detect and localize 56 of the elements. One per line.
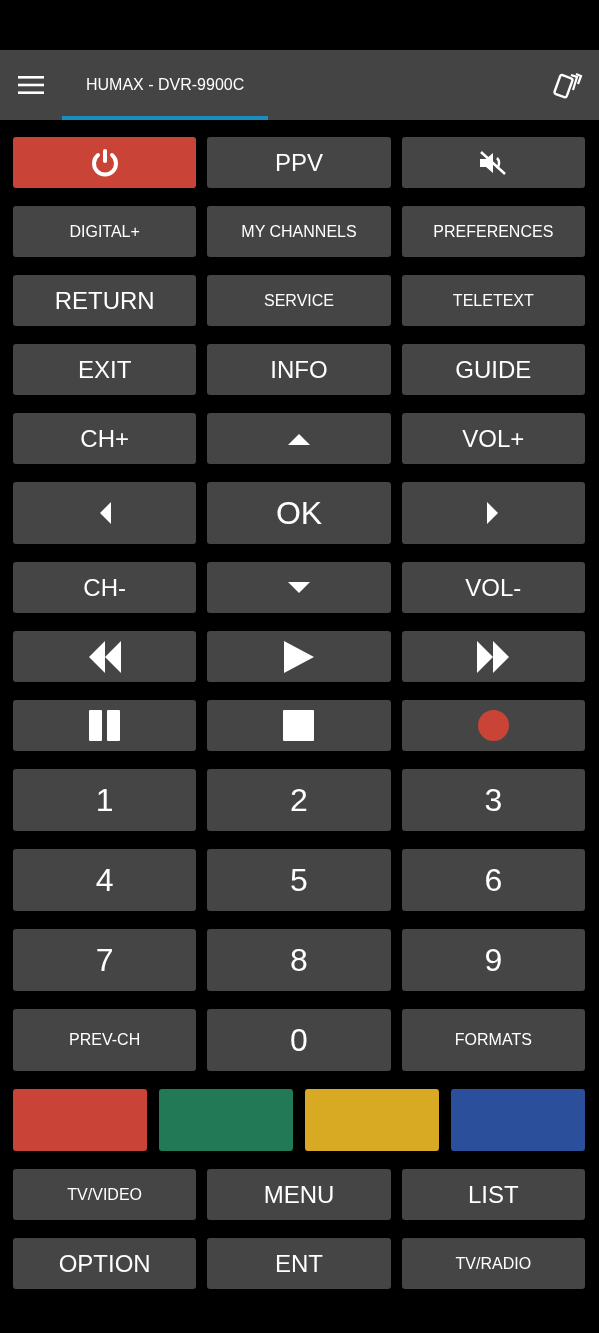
- play-icon: [284, 640, 314, 673]
- remote-key[interactable]: OPTION: [13, 1238, 197, 1289]
- stop-button[interactable]: [207, 700, 391, 751]
- color-key[interactable]: [305, 1089, 439, 1151]
- remote-key[interactable]: 3: [401, 769, 585, 831]
- color-key[interactable]: [451, 1089, 585, 1151]
- right-arrow-icon: [487, 502, 500, 524]
- remote-key[interactable]: VOL-: [401, 562, 585, 613]
- remote-key[interactable]: VOL+: [401, 413, 585, 464]
- remote-key[interactable]: CH-: [13, 562, 197, 613]
- remote-key[interactable]: 0: [207, 1009, 391, 1071]
- rewind-icon: [88, 640, 121, 673]
- remote-key[interactable]: LIST: [401, 1169, 585, 1220]
- remote-key[interactable]: 7: [13, 929, 197, 991]
- remote-key[interactable]: 6: [401, 849, 585, 911]
- mute-button[interactable]: [401, 137, 585, 188]
- left-arrow-icon: [98, 502, 111, 524]
- remote-key[interactable]: 8: [207, 929, 391, 991]
- remote-key[interactable]: DIGITAL+: [13, 206, 197, 257]
- remote-key[interactable]: SERVICE: [207, 275, 391, 326]
- remote-key[interactable]: 4: [13, 849, 197, 911]
- play-button[interactable]: [207, 631, 391, 682]
- menu-icon[interactable]: [18, 76, 44, 94]
- remote-key[interactable]: PREFERENCES: [401, 206, 585, 257]
- remote-key[interactable]: 2: [207, 769, 391, 831]
- remote-key[interactable]: TV/VIDEO: [13, 1169, 197, 1220]
- remote-key[interactable]: GUIDE: [401, 344, 585, 395]
- fast-forward-icon: [477, 640, 510, 673]
- remote-key[interactable]: FORMATS: [401, 1009, 585, 1071]
- remote-key[interactable]: TV/RADIO: [401, 1238, 585, 1289]
- remote-key[interactable]: 1: [13, 769, 197, 831]
- pause-button[interactable]: [13, 700, 197, 751]
- remote-key[interactable]: PREV-CH: [13, 1009, 197, 1071]
- stop-icon: [283, 710, 315, 741]
- rewind-button[interactable]: [13, 631, 197, 682]
- down-arrow-icon: [288, 581, 310, 594]
- remote-key[interactable]: 9: [401, 929, 585, 991]
- remote-key[interactable]: MENU: [207, 1169, 391, 1220]
- record-icon: [477, 710, 509, 741]
- power-button[interactable]: [13, 137, 197, 188]
- remote-key[interactable]: MY CHANNELS: [207, 206, 391, 257]
- remote-key[interactable]: INFO: [207, 344, 391, 395]
- remote-key[interactable]: 5: [207, 849, 391, 911]
- color-key[interactable]: [13, 1089, 147, 1151]
- up-arrow-icon: [288, 432, 310, 445]
- cards-icon[interactable]: [553, 70, 583, 100]
- remote-key[interactable]: PPV: [207, 137, 391, 188]
- remote-key[interactable]: CH+: [13, 413, 197, 464]
- pause-icon: [89, 710, 121, 741]
- remote-key[interactable]: RETURN: [13, 275, 197, 326]
- remote-key[interactable]: EXIT: [13, 344, 197, 395]
- fast-forward-button[interactable]: [401, 631, 585, 682]
- color-key[interactable]: [159, 1089, 293, 1151]
- remote-key[interactable]: TELETEXT: [401, 275, 585, 326]
- remote-key[interactable]: OK: [207, 482, 391, 544]
- remote-key[interactable]: ENT: [207, 1238, 391, 1289]
